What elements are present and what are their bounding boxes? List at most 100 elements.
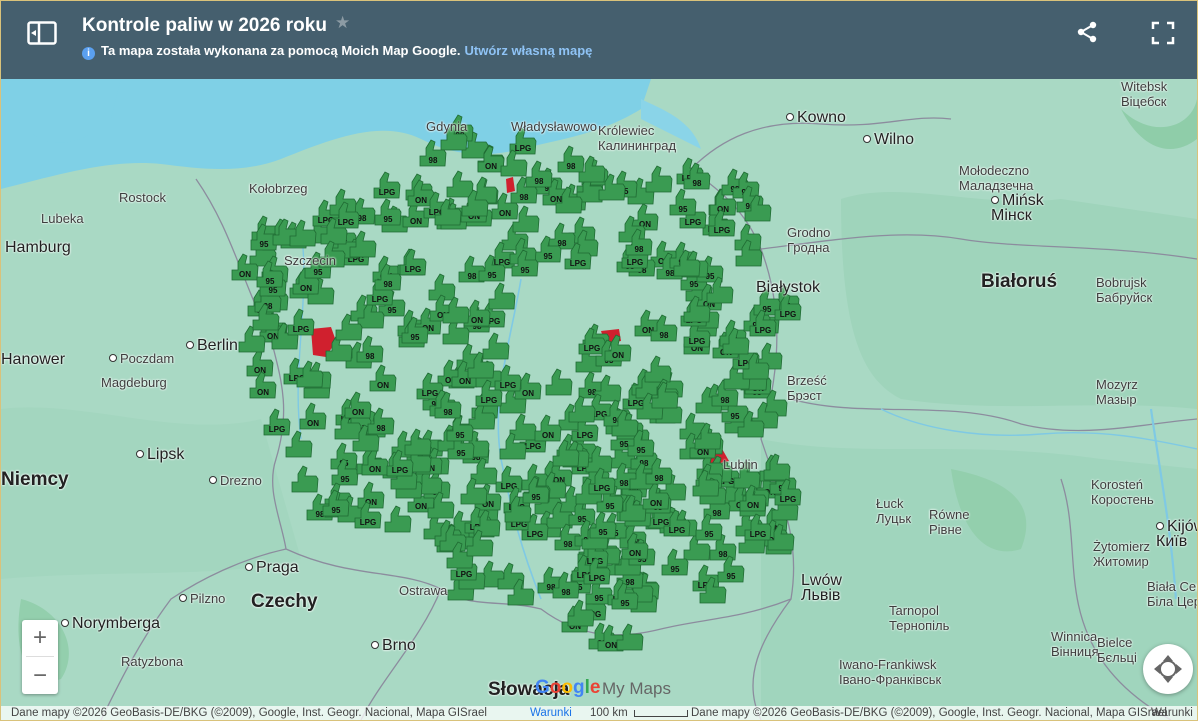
fuel-marker[interactable]: [446, 170, 474, 198]
fuel-marker[interactable]: 98: [525, 160, 553, 188]
fuel-marker-label: LPG: [628, 399, 644, 408]
fuel-marker-label: 98: [366, 352, 375, 361]
fuel-marker-label: 98: [468, 272, 477, 281]
fuel-marker[interactable]: LPG: [263, 408, 291, 436]
place-label: Białoruś: [981, 271, 1058, 292]
place-label: Winnica Вінниця: [1051, 629, 1099, 659]
fuel-marker-label: 95: [731, 412, 740, 421]
city-dot-icon: [179, 594, 187, 602]
fuel-marker[interactable]: LPG: [495, 465, 523, 493]
fuel-marker-label: ON: [415, 196, 427, 205]
create-map-link[interactable]: Utwórz własną mapę: [465, 43, 593, 58]
fuel-marker-label: LPG: [360, 518, 376, 527]
fuel-marker-label: ON: [612, 351, 624, 360]
fuel-marker-label: ON: [485, 162, 497, 171]
fuel-marker-label: LPG: [714, 226, 730, 235]
place-label: Szczecin: [284, 253, 337, 268]
terms-link[interactable]: Warunki: [530, 707, 572, 719]
zoom-out-button[interactable]: −: [22, 658, 58, 694]
place-label: Pilzno: [179, 591, 225, 606]
place-label: Witebsk Вiцебск: [1121, 79, 1168, 109]
fuel-marker-label: LPG: [570, 259, 586, 268]
fuel-marker[interactable]: [482, 332, 510, 360]
my-location-icon[interactable]: [1143, 644, 1193, 694]
map-frame: Kontrole paliw w 2026 roku ★ i Ta mapa zo…: [0, 0, 1198, 721]
city-dot-icon: [136, 450, 144, 458]
fullscreen-icon[interactable]: [1151, 21, 1175, 45]
place-label: Lipsk: [136, 446, 184, 464]
fuel-marker-label: ON: [300, 284, 312, 293]
fuel-marker[interactable]: [644, 355, 672, 383]
place-label: Poczdam: [109, 351, 174, 366]
place-label: Wilno: [863, 131, 914, 149]
fuel-marker[interactable]: 95: [374, 198, 402, 226]
fuel-marker-label: LPG: [689, 337, 705, 346]
fuel-marker-label: ON: [471, 316, 483, 325]
share-icon[interactable]: [1076, 21, 1098, 43]
fuel-marker-label: 98: [713, 509, 722, 518]
fuel-marker[interactable]: ON: [369, 364, 397, 392]
fuel-marker-label: LPG: [525, 442, 541, 451]
fuel-marker-label: ON: [522, 389, 534, 398]
fuel-marker-label: LPG: [392, 466, 408, 475]
city-dot-icon: [209, 476, 217, 484]
place-label: Lubeka: [41, 211, 84, 226]
fuel-marker-label: 95: [532, 493, 541, 502]
place-label: Hanower: [1, 351, 66, 368]
place-label: Białystok: [756, 279, 821, 296]
fuel-marker[interactable]: 98: [557, 145, 585, 173]
fuel-marker-label: 98: [620, 479, 629, 488]
place-label: Hamburg: [5, 239, 71, 256]
fuel-marker-label: ON: [499, 209, 511, 218]
place-label: Mozyrz Мазыр: [1096, 377, 1138, 407]
map-subtitle: i Ta mapa została wykonana za pomocą Moic…: [82, 43, 592, 60]
star-icon[interactable]: ★: [335, 13, 350, 33]
map-canvas[interactable]: 989598LPG95989595LPG9895ON98ONLPGLPGLPGO…: [1, 79, 1197, 720]
fuel-marker[interactable]: [291, 465, 319, 493]
place-label: Norymberga: [61, 615, 160, 633]
fuel-marker-label: ON: [369, 465, 381, 474]
fuel-marker[interactable]: [545, 368, 573, 396]
fuel-marker-label: 95: [606, 502, 615, 511]
fuel-marker-label: LPG: [527, 530, 543, 539]
fuel-marker[interactable]: [645, 165, 673, 193]
fuel-marker-label: 95: [671, 565, 680, 574]
red-area-marker[interactable]: [506, 177, 515, 193]
fuel-marker-label: 98: [666, 269, 675, 278]
terms-link-secondary[interactable]: Warunki: [1151, 707, 1193, 719]
fuel-marker[interactable]: [285, 430, 313, 458]
fuel-marker[interactable]: LPG: [287, 308, 315, 336]
fuel-marker-label: 95: [314, 268, 323, 277]
place-label: Łuck Луцьк: [876, 496, 912, 526]
place-label: Równe Рівне: [929, 507, 970, 537]
fuel-marker-label: LPG: [627, 258, 643, 267]
city-dot-icon: [863, 135, 871, 143]
panel-toggle-icon[interactable]: [27, 21, 57, 45]
fuel-marker[interactable]: [384, 505, 412, 533]
fuel-marker-label: LPG: [685, 218, 701, 227]
place-label: Biała CerkiewБіла Церква: [1147, 579, 1197, 609]
fuel-marker-label: ON: [629, 549, 641, 558]
fuel-marker[interactable]: ON: [357, 481, 385, 509]
fuel-marker[interactable]: ON: [246, 349, 274, 377]
fuel-marker-label: LPG: [594, 484, 610, 493]
fuel-marker-label: LPG: [481, 396, 497, 405]
fuel-marker[interactable]: 98: [548, 222, 576, 250]
fuel-marker[interactable]: ON: [299, 402, 327, 430]
place-label: Drezno: [209, 473, 262, 488]
fuel-marker-label: ON: [377, 381, 389, 390]
place-label: Lwów Львів: [801, 572, 842, 604]
fuel-marker[interactable]: 95: [669, 188, 697, 216]
attribution-text-secondary: Dane mapy ©2026 GeoBasis-DE/BKG (©2009),…: [691, 707, 1167, 719]
fuel-marker[interactable]: [488, 282, 516, 310]
fuel-marker-label: 98: [535, 177, 544, 186]
place-label: Ostrawa: [399, 583, 448, 598]
fuel-marker[interactable]: LPG: [373, 171, 401, 199]
zoom-in-button[interactable]: +: [22, 620, 58, 656]
fuel-marker-label: 98: [444, 408, 453, 417]
fuel-marker-label: LPG: [515, 144, 531, 153]
fuel-marker-label: ON: [239, 270, 251, 279]
fuel-marker[interactable]: ON: [534, 414, 562, 442]
fuel-marker-label: 95: [727, 572, 736, 581]
fuel-marker-label: LPG: [500, 381, 516, 390]
